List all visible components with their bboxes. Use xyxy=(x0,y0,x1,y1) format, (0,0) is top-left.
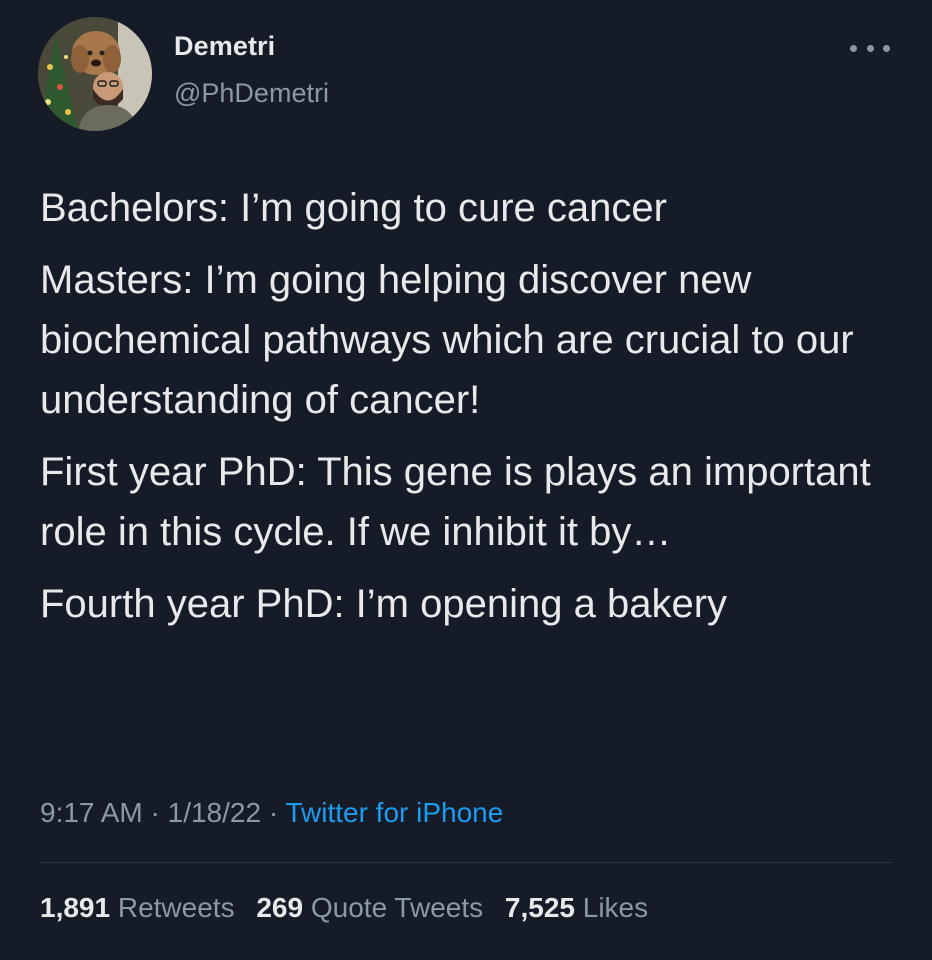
dot xyxy=(883,44,890,52)
likes-count: 7,525 xyxy=(504,892,575,923)
profile-photo xyxy=(38,17,152,131)
tweet-source-link[interactable]: Twitter for iPhone xyxy=(285,797,503,828)
meta-separator: · xyxy=(142,797,168,828)
tweet-stats: 1,891 Retweets 269 Quote Tweets 7,525 Li… xyxy=(40,892,662,924)
quote-tweets-stat[interactable]: 269 Quote Tweets xyxy=(256,892,483,923)
author-display-name[interactable]: Demetri xyxy=(174,31,275,62)
quote-tweets-label: Quote Tweets xyxy=(310,892,484,923)
tweet-paragraph: First year PhD: This gene is plays an im… xyxy=(40,450,871,554)
retweets-stat[interactable]: 1,891 Retweets xyxy=(40,892,235,923)
quote-tweets-count: 269 xyxy=(256,892,304,923)
likes-label: Likes xyxy=(582,892,649,923)
tweet-paragraph: Masters: I’m going helping discover new … xyxy=(40,258,854,422)
tweet-time[interactable]: 9:17 AM xyxy=(40,797,143,828)
divider xyxy=(40,862,892,863)
tweet-meta: 9:17 AM · 1/18/22 · Twitter for iPhone xyxy=(40,797,503,829)
tweet-date[interactable]: 1/18/22 xyxy=(168,797,261,828)
dot xyxy=(850,44,857,52)
meta-separator: · xyxy=(261,797,286,828)
tweet-paragraph: Bachelors: I’m going to cure cancer xyxy=(40,186,667,230)
more-horizontal-icon[interactable] xyxy=(850,36,890,60)
tweet-paragraph: Fourth year PhD: I’m opening a bakery xyxy=(40,582,728,626)
likes-stat[interactable]: 7,525 Likes xyxy=(505,892,648,923)
retweets-label: Retweets xyxy=(117,892,235,923)
dot xyxy=(866,44,874,52)
tweet-text: Bachelors: I’m going to cure cancer Mast… xyxy=(40,178,910,646)
tweet-card: Demetri @PhDemetri Bachelors: I’m going … xyxy=(0,0,932,960)
author-handle[interactable]: @PhDemetri xyxy=(174,78,329,109)
avatar[interactable] xyxy=(38,17,152,131)
retweets-count: 1,891 xyxy=(40,892,111,923)
